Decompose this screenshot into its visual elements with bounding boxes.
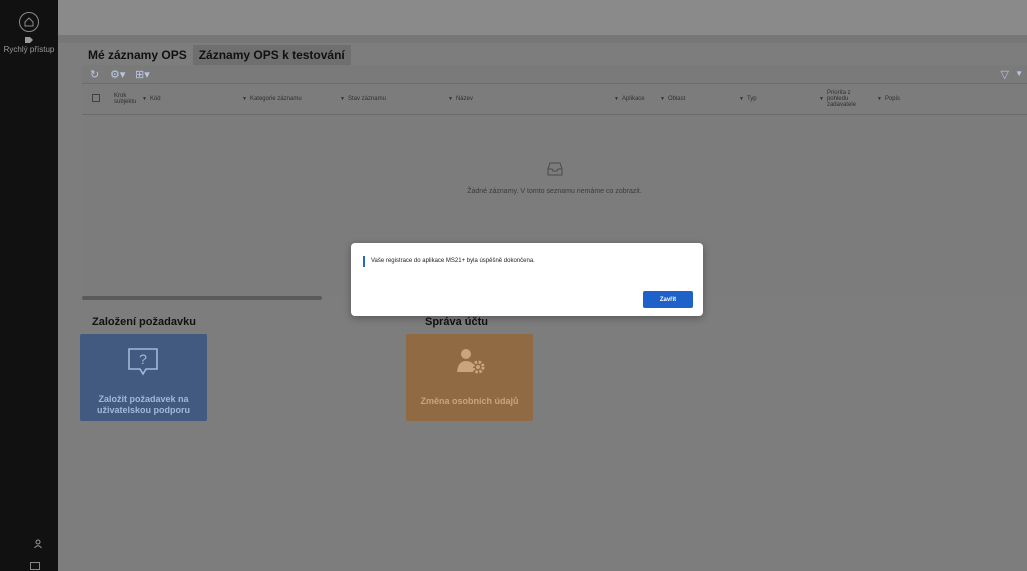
close-button[interactable]: Zavřít xyxy=(643,291,693,308)
registration-success-dialog: Vaše registrace do aplikace MS21+ byla ú… xyxy=(351,243,703,316)
modal-overlay: Vaše registrace do aplikace MS21+ byla ú… xyxy=(0,0,1027,571)
dialog-message: Vaše registrace do aplikace MS21+ byla ú… xyxy=(363,256,535,267)
